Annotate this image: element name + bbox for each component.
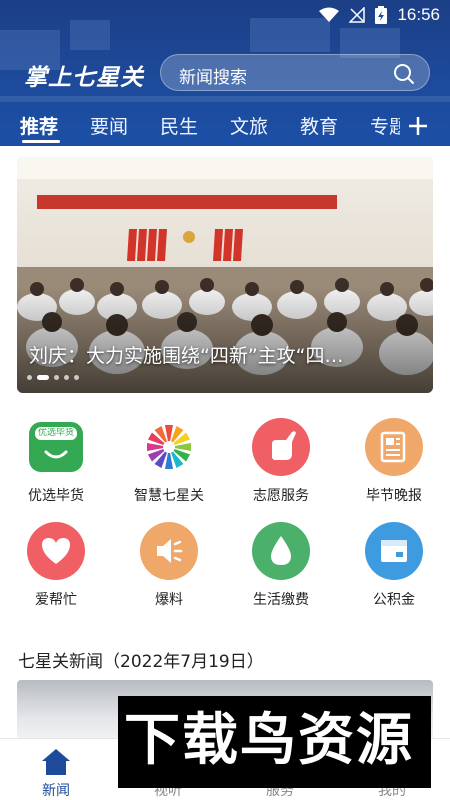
service-label: 公积金 bbox=[373, 592, 415, 608]
pinwheel-logo-icon bbox=[140, 418, 198, 476]
search-placeholder: 新闻搜索 bbox=[179, 68, 247, 88]
heart-icon bbox=[27, 522, 85, 580]
banner-caption: 刘庆：大力实施围绕“四新”主攻“四… bbox=[29, 345, 344, 367]
nav-label: 新闻 bbox=[42, 783, 70, 799]
category-tabs: 推荐 要闻 民生 文旅 教育 专题 bbox=[0, 108, 450, 146]
no-signal-icon bbox=[349, 7, 366, 23]
tab-education[interactable]: 教育 bbox=[300, 112, 338, 139]
service-label: 智慧七星关 bbox=[134, 488, 204, 504]
status-time: 16:56 bbox=[397, 5, 440, 24]
shop-bag-icon: 优选毕货 bbox=[27, 418, 85, 476]
service-zhihui-qixingguan[interactable]: 智慧七星关 bbox=[124, 418, 214, 505]
service-label: 志愿服务 bbox=[253, 488, 309, 504]
megaphone-icon bbox=[140, 522, 198, 580]
section-title: 七星关新闻（2022年7月19日） bbox=[18, 652, 264, 672]
service-baoliao[interactable]: 爆料 bbox=[124, 522, 214, 609]
service-label: 爆料 bbox=[155, 592, 183, 608]
pagination-dot bbox=[64, 375, 69, 380]
service-provident-fund[interactable]: 公积金 bbox=[349, 522, 439, 609]
service-bijie-evening-news[interactable]: 毕节晚报 bbox=[349, 418, 439, 505]
app-logo: 掌上七星关 bbox=[24, 64, 144, 91]
water-drop-icon bbox=[252, 522, 310, 580]
pagination-dot-active bbox=[37, 375, 49, 380]
tab-livelihood[interactable]: 民生 bbox=[160, 112, 198, 139]
banner-pagination bbox=[27, 375, 79, 380]
newspaper-icon bbox=[365, 418, 423, 476]
service-label: 优选毕货 bbox=[28, 488, 84, 504]
search-icon[interactable] bbox=[393, 63, 415, 85]
add-tab-icon[interactable] bbox=[408, 116, 428, 136]
tab-headlines[interactable]: 要闻 bbox=[90, 112, 128, 139]
service-label: 爱帮忙 bbox=[35, 592, 77, 608]
search-input[interactable]: 新闻搜索 bbox=[160, 54, 430, 91]
service-ai-bangmang[interactable]: 爱帮忙 bbox=[11, 522, 101, 609]
service-label: 毕节晚报 bbox=[366, 488, 422, 504]
nav-news[interactable]: 新闻 bbox=[11, 739, 101, 800]
tab-recommend[interactable]: 推荐 bbox=[20, 112, 58, 139]
active-tab-indicator bbox=[22, 140, 60, 143]
box-icon bbox=[365, 522, 423, 580]
tab-culture-tourism[interactable]: 文旅 bbox=[230, 112, 268, 139]
home-icon bbox=[42, 749, 70, 775]
hand-icon bbox=[252, 418, 310, 476]
battery-charging-icon bbox=[375, 6, 388, 24]
pagination-dot bbox=[54, 375, 59, 380]
app-header: 16:56 掌上七星关 新闻搜索 推荐 要闻 民生 文旅 教育 专题 bbox=[0, 0, 450, 146]
service-life-payment[interactable]: 生活缴费 bbox=[236, 522, 326, 609]
badge-text: 优选毕货 bbox=[37, 428, 74, 438]
service-volunteer[interactable]: 志愿服务 bbox=[236, 418, 326, 505]
wifi-icon bbox=[319, 7, 340, 22]
watermark-text: 下载鸟资源 bbox=[124, 708, 414, 773]
service-label: 生活缴费 bbox=[253, 592, 309, 608]
pagination-dot bbox=[27, 375, 32, 380]
status-bar: 16:56 bbox=[0, 0, 450, 32]
tab-special[interactable]: 专题 bbox=[370, 112, 400, 139]
news-banner[interactable]: 刘庆：大力实施围绕“四新”主攻“四… bbox=[17, 157, 433, 393]
pagination-dot bbox=[74, 375, 79, 380]
service-youxuan-bihuo[interactable]: 优选毕货 优选毕货 bbox=[11, 418, 101, 505]
watermark-overlay: 下载鸟资源 bbox=[118, 696, 431, 788]
